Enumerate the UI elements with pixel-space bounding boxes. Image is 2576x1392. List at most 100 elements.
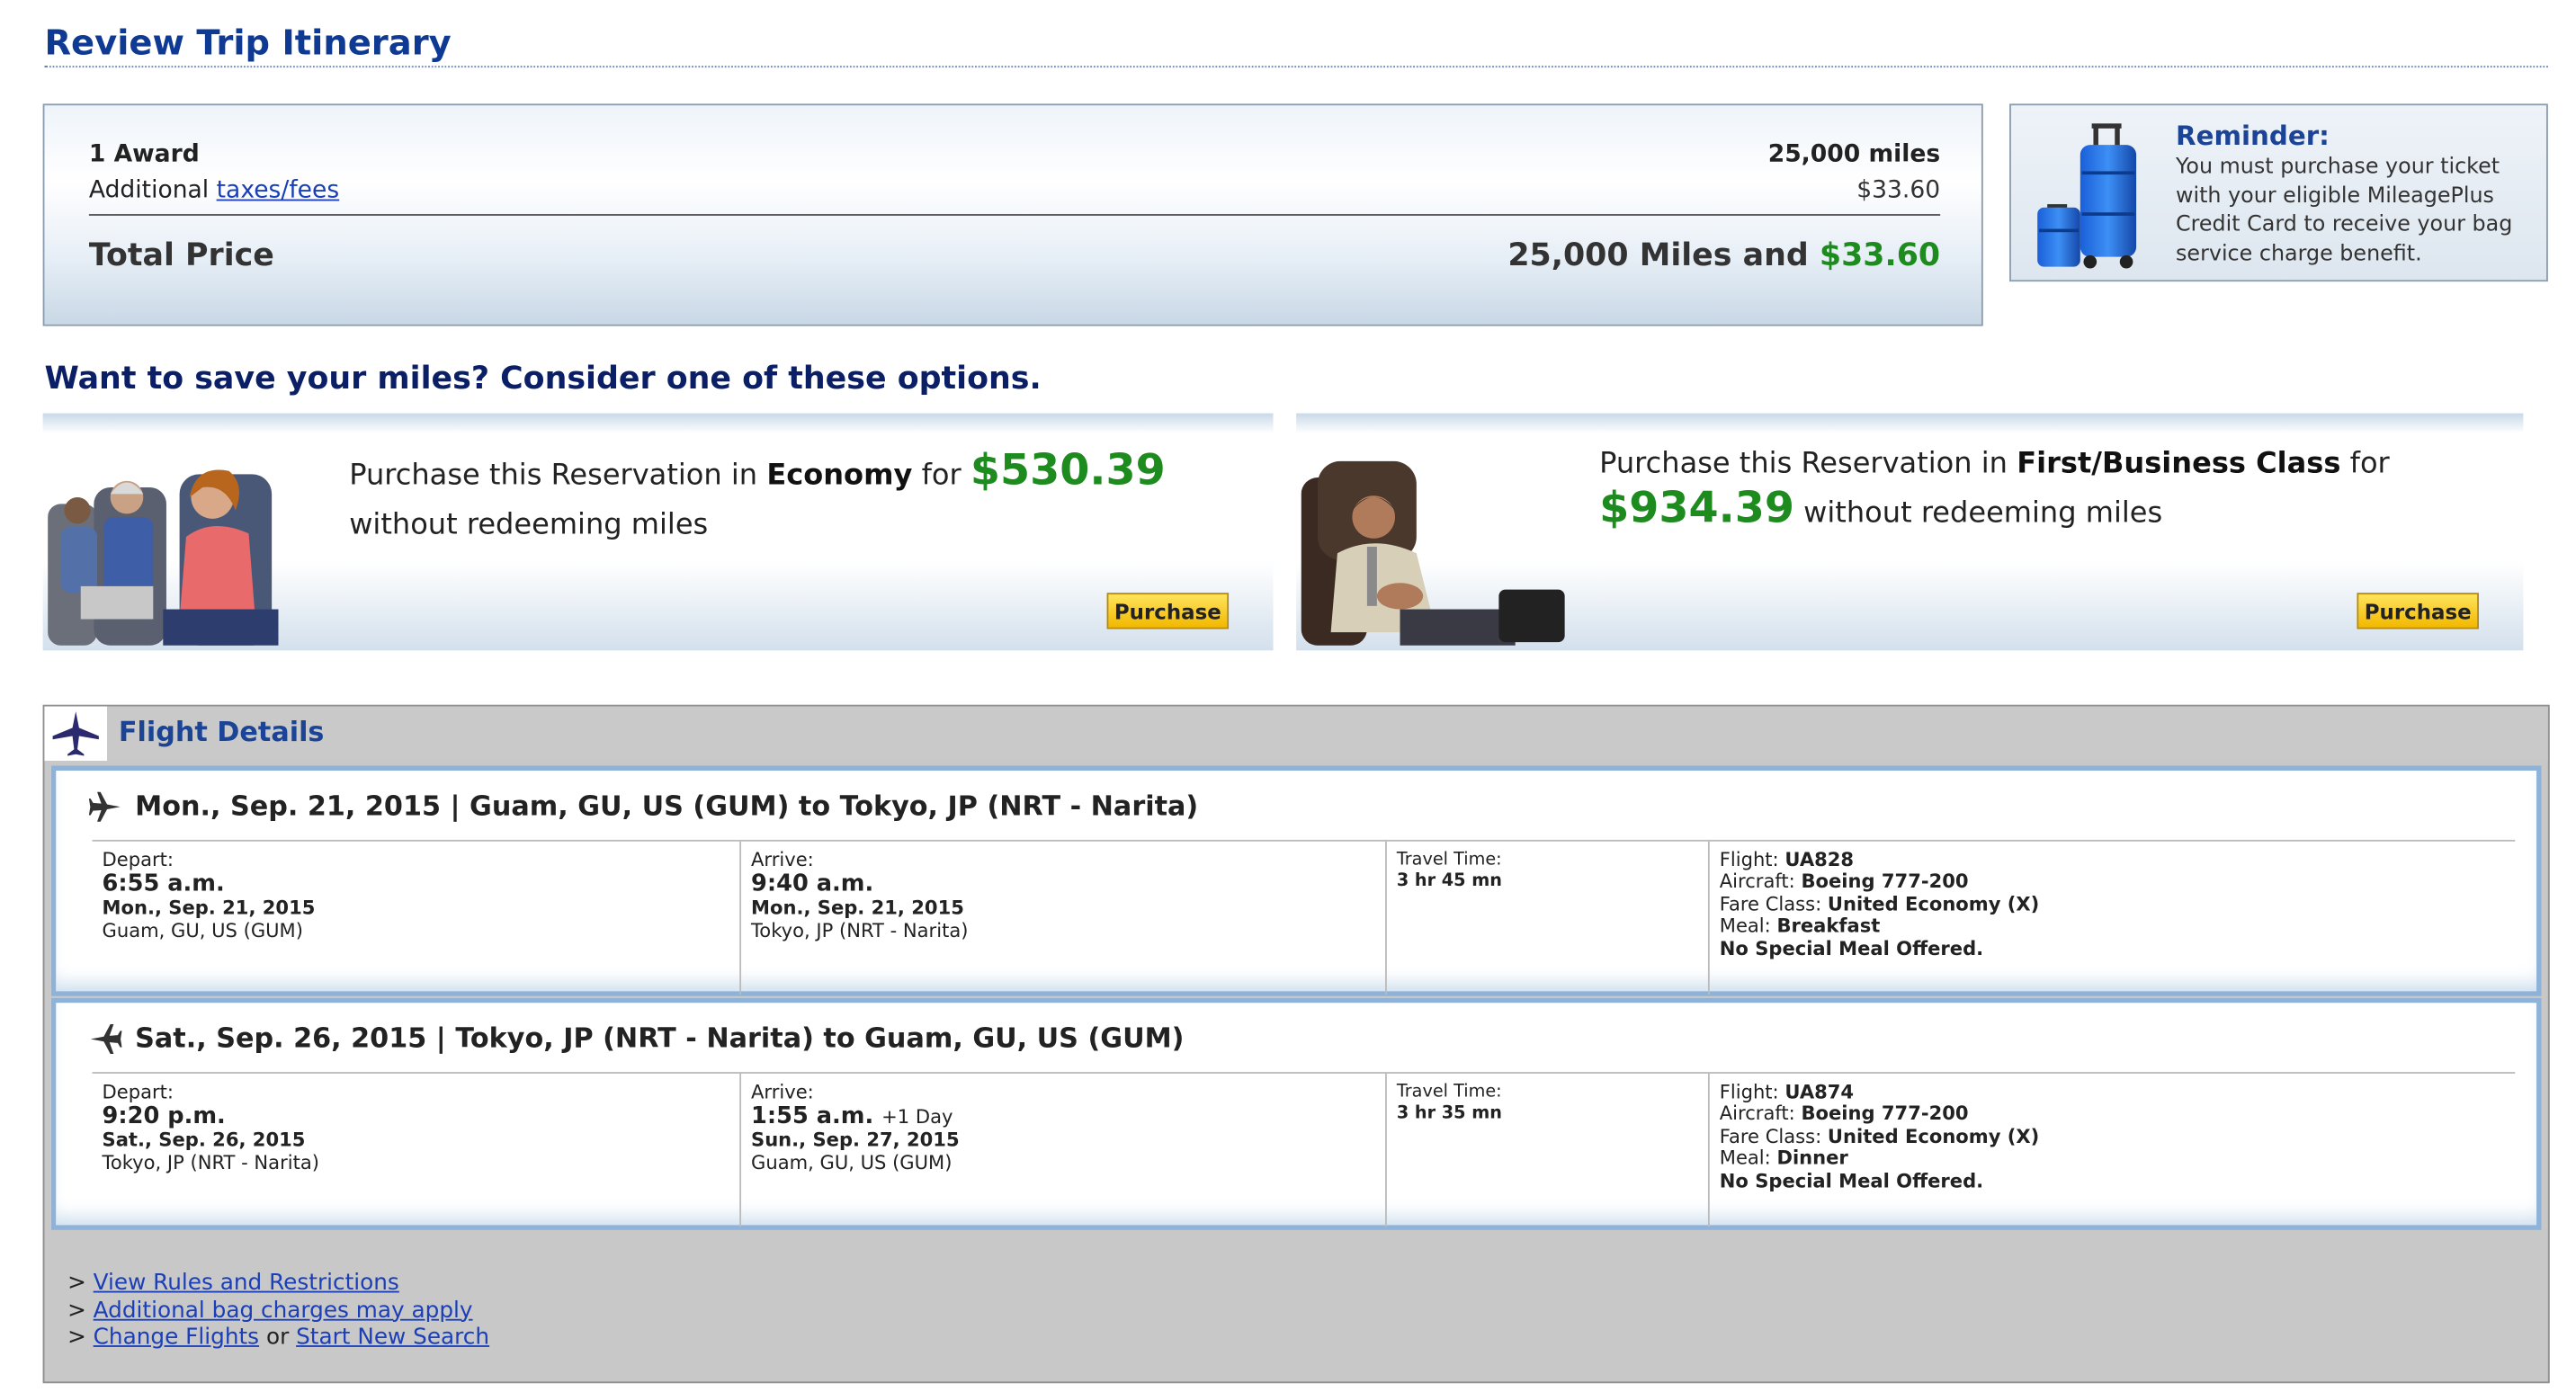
fare-class: United Economy (X) (1827, 1124, 2040, 1148)
change-link-row: > Change Flights or Start New Search (67, 1324, 489, 1351)
flight-details: Flight Details Mon., Sep. 21, 2015 | Gua… (42, 704, 2550, 1384)
purchase-first-business-button[interactable]: Purchase (2357, 593, 2479, 629)
plus-day-note: +1 Day (881, 1105, 953, 1129)
link-bullet: > (67, 1324, 86, 1351)
aircraft-row: Aircraft: Boeing 777-200 (1719, 870, 2505, 894)
total-miles: 25,000 Miles and (1507, 236, 1809, 273)
special-meal-note: No Special Meal Offered. (1719, 936, 1984, 959)
flight-number: UA874 (1784, 1080, 1855, 1103)
meal: Dinner (1776, 1146, 1848, 1170)
first-for: for (2349, 448, 2390, 481)
meal-row: Meal: Dinner (1720, 1146, 2505, 1171)
total-value: 25,000 Miles and $33.60 (1507, 237, 1940, 273)
flight-details-title: Flight Details (118, 716, 325, 748)
travel-time-label: Travel Time: (1396, 1082, 1502, 1102)
itinerary-links: > View Rules and Restrictions > Addition… (67, 1270, 489, 1352)
arrive-time-row: 9:40 a.m. (751, 871, 1375, 897)
arrive-time-row: 1:55 a.m. +1 Day (751, 1104, 1375, 1130)
award-miles: 25,000 miles (1767, 141, 1941, 168)
fare-class: United Economy (X) (1827, 892, 2040, 915)
travel-time-column: Travel Time: 3 hr 45 mn (1385, 841, 1708, 995)
arrive-column: Arrive: 1:55 a.m. +1 Day Sun., Sep. 27, … (739, 1073, 1385, 1227)
aircraft-label: Aircraft: (1719, 870, 1795, 894)
depart-label: Depart: (102, 848, 174, 871)
taxes-fees-link[interactable]: taxes/fees (217, 178, 340, 204)
flight-info-column: Flight: UA874 Aircraft: Boeing 777-200 F… (1707, 1073, 2515, 1227)
rules-link-row: > View Rules and Restrictions (67, 1270, 489, 1297)
economy-offer-text: Purchase this Reservation in Economy for… (349, 446, 1247, 549)
page-title: Review Trip Itinerary (44, 23, 2548, 68)
flight-details-plane-box (44, 706, 108, 762)
fare-class-label: Fare Class: (1719, 1124, 1822, 1148)
flight-number: UA828 (1784, 848, 1855, 871)
depart-date: Mon., Sep. 21, 2015 (102, 896, 316, 920)
travel-time: 3 hr 35 mn (1396, 1103, 1502, 1124)
award-label: 1 Award (88, 141, 200, 168)
fare-class-row: Fare Class: United Economy (X) (1719, 892, 2505, 916)
aircraft-row: Aircraft: Boeing 777-200 (1719, 1102, 2505, 1127)
special-meal-note: No Special Meal Offered. (1719, 1168, 1984, 1192)
arrive-label: Arrive: (751, 848, 814, 871)
aircraft: Boeing 777-200 (1801, 1102, 1969, 1126)
bag-charges-link[interactable]: Additional bag charges may apply (94, 1297, 473, 1323)
economy-for: for (921, 459, 962, 493)
fare-class-label: Fare Class: (1719, 892, 1822, 915)
luggage-icon (2037, 123, 2137, 269)
depart-time: 9:20 p.m. (102, 1103, 226, 1130)
business-passenger-photo (1301, 460, 1565, 646)
first-offer-suffix: without redeeming miles (1803, 497, 2163, 531)
depart-column: Depart: 6:55 a.m. Mon., Sep. 21, 2015 Gu… (93, 842, 740, 995)
price-divider (88, 214, 1941, 216)
flight-segment-outbound: Mon., Sep. 21, 2015 | Guam, GU, US (GUM)… (50, 765, 2542, 996)
fees-value: $33.60 (1856, 177, 1941, 205)
save-miles-heading: Want to save your miles? Consider one of… (44, 361, 1042, 397)
meal-label: Meal: (1719, 914, 1771, 938)
arrive-date: Mon., Sep. 21, 2015 (751, 896, 964, 920)
arriving-plane-icon (90, 1024, 122, 1054)
segment-details: Depart: 9:20 p.m. Sat., Sep. 26, 2015 To… (92, 1072, 2516, 1227)
award-row: 1 Award 25,000 miles (89, 141, 1940, 167)
arrive-date: Sun., Sep. 27, 2015 (751, 1129, 960, 1152)
arrive-place: Guam, GU, US (GUM) (751, 1150, 953, 1174)
depart-label: Depart: (102, 1080, 174, 1103)
economy-offer-suffix: without redeeming miles (349, 508, 709, 542)
reminder-box: Reminder: You must purchase your ticket … (2009, 103, 2548, 282)
depart-column: Depart: 9:20 p.m. Sat., Sep. 26, 2015 To… (93, 1074, 740, 1227)
arrive-place: Tokyo, JP (NRT - Narita) (751, 918, 969, 942)
segment-header: Sat., Sep. 26, 2015 | Tokyo, JP (NRT - N… (135, 1022, 1185, 1054)
link-bullet: > (67, 1297, 86, 1324)
change-flights-link[interactable]: Change Flights (94, 1324, 259, 1350)
arrive-label: Arrive: (751, 1080, 814, 1103)
purchase-economy-button[interactable]: Purchase (1106, 593, 1230, 629)
travel-time: 3 hr 45 mn (1396, 871, 1502, 892)
first-cabin: First/Business Class (2017, 448, 2341, 481)
first-business-offer: Purchase this Reservation in First/Busin… (1296, 413, 2524, 651)
depart-place: Tokyo, JP (NRT - Narita) (102, 1150, 319, 1174)
arrive-time: 1:55 a.m. (751, 1103, 874, 1130)
meal: Breakfast (1776, 914, 1881, 938)
fare-class-row: Fare Class: United Economy (X) (1719, 1124, 2505, 1148)
fees-prefix: Additional (88, 177, 210, 205)
reminder-title: Reminder: (2176, 120, 2330, 152)
arrive-column: Arrive: 9:40 a.m. Mon., Sep. 21, 2015 To… (739, 841, 1385, 995)
total-row: Total Price 25,000 Miles and $33.60 (89, 237, 1940, 273)
flight-number-row: Flight: UA874 (1720, 1080, 2505, 1104)
economy-price: $530.39 (970, 446, 1166, 496)
travel-time-column: Travel Time: 3 hr 35 mn (1385, 1073, 1708, 1227)
depart-place: Guam, GU, US (GUM) (102, 918, 303, 942)
link-bullet: > (67, 1269, 86, 1297)
flight-label: Flight: (1719, 848, 1779, 871)
start-new-search-link[interactable]: Start New Search (296, 1324, 489, 1350)
departing-plane-icon (88, 791, 121, 822)
reminder-text: You must purchase your ticket with your … (2176, 155, 2513, 266)
arrive-time: 9:40 a.m. (751, 871, 874, 898)
economy-passengers-photo (48, 469, 279, 646)
first-offer-text: Purchase this Reservation in First/Busin… (1599, 443, 2497, 537)
economy-offer: Purchase this Reservation in Economy for… (42, 413, 1274, 651)
bag-link-row: > Additional bag charges may apply (67, 1297, 489, 1324)
flight-details-header: Flight Details (44, 706, 2548, 762)
view-rules-link[interactable]: View Rules and Restrictions (94, 1270, 399, 1296)
price-summary: 1 Award 25,000 miles Additional taxes/fe… (42, 103, 1983, 326)
aircraft-label: Aircraft: (1719, 1102, 1795, 1126)
meal-row: Meal: Breakfast (1719, 914, 2505, 939)
